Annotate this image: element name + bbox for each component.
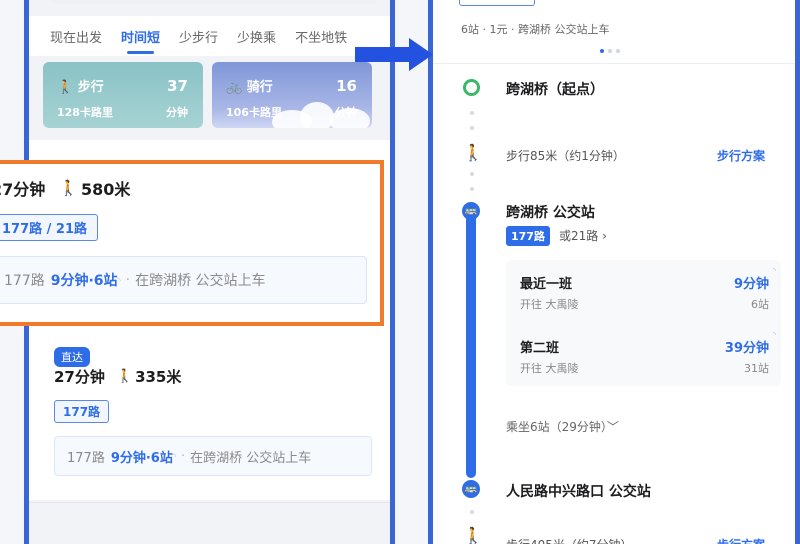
walk1-plan-link[interactable]: 步行方案 xyxy=(717,147,765,164)
walk-icon: 🚶 xyxy=(463,526,483,544)
tab-less-walk[interactable]: 少步行 xyxy=(179,27,218,46)
walk-unit: 分钟 xyxy=(166,106,188,119)
timeline-dot xyxy=(470,126,474,130)
bike-mode-card[interactable]: 🚲 骑行 16 106卡路里 分钟 xyxy=(212,62,372,128)
walk-calories: 128卡路里 xyxy=(57,106,113,119)
bike-icon: 🚲 xyxy=(226,80,243,95)
tab-no-subway[interactable]: 不坐地铁 xyxy=(295,27,347,46)
signal-icon: ◝ xyxy=(172,451,176,461)
route1-detail[interactable]: 177路 9分钟·6站 ◝ · 在跨湖桥 公交站上车 xyxy=(0,256,367,304)
sort-tabs: 现在出发 时间短 少步行 少换乘 不坐地铁 xyxy=(29,16,390,56)
route2-summary[interactable]: 27分钟 🚶 335米 xyxy=(54,366,181,387)
bus-row-direction: 开往 大禹陵 xyxy=(520,298,579,311)
start-ring-icon xyxy=(463,79,480,96)
pager-dot xyxy=(608,49,612,53)
route1-line-tag: 177路 / 21路 xyxy=(0,214,99,241)
route2-line-tag: 177路 xyxy=(54,400,110,423)
timeline-dot xyxy=(470,172,474,176)
route1-summary: 27分钟 🚶 580米 xyxy=(0,176,130,200)
route1-eta: 9分钟·6站 xyxy=(50,273,118,289)
pager-dot xyxy=(616,49,620,53)
walk-icon: 🚶 xyxy=(59,179,78,197)
walk1-text: 步行85米（约1分钟） xyxy=(506,149,625,163)
route1-walk: 580米 xyxy=(80,180,131,199)
walk-icon: 🚶 xyxy=(116,369,134,384)
signal-icon: ◝ xyxy=(772,266,776,275)
bus-row-stops: 6站 xyxy=(751,298,769,311)
walk2-plan-link[interactable]: 步行方案 xyxy=(717,536,765,544)
bus-row-time: 9分钟 xyxy=(733,277,769,292)
walk-mode-card[interactable]: 🚶 步行 37 128卡路里 分钟 xyxy=(43,62,203,128)
bus-schedule-card: 最近一班 9分钟 ◝ 开往 大禹陵 6站 第二班 39分钟 ◝ 开往 大禹陵 3… xyxy=(506,260,781,386)
route2-detail[interactable]: 177路 9分钟·6站 ◝ · 在跨湖桥 公交站上车 xyxy=(54,436,372,476)
pager-dot-active xyxy=(600,49,604,53)
timeline-dot xyxy=(470,510,474,514)
walk-mode-label: 步行 xyxy=(77,80,104,95)
bus-row-direction: 开往 大禹陵 xyxy=(520,362,579,375)
walk-minutes: 37 xyxy=(167,76,188,95)
line-chip[interactable]: 177路 xyxy=(506,226,550,246)
tab-now[interactable]: 现在出发 xyxy=(50,27,102,46)
separator-dot: · xyxy=(180,448,186,464)
bus-row-title: 最近一班 xyxy=(520,277,573,292)
start-stop-title: 跨湖桥（起点） xyxy=(506,82,604,98)
alt-line-link[interactable]: 或21路 › xyxy=(559,227,607,244)
highlighted-route-card[interactable]: 27分钟 🚶 580米 177路 / 21路 177路 9分钟·6站◝ · 在跨… xyxy=(0,160,384,326)
alight-stop-title: 人民路中兴路口 公交站 xyxy=(506,484,651,500)
route2-line: 177路 xyxy=(67,450,105,466)
line-tag-remnant xyxy=(459,0,535,6)
direct-badge: 直达 xyxy=(54,347,90,367)
search-bar-remnant[interactable] xyxy=(49,0,379,4)
route1-board: 在跨湖桥 公交站上车 xyxy=(135,273,266,289)
route2-eta: 9分钟·6站 xyxy=(110,450,173,466)
bus-route-line xyxy=(466,204,476,478)
route2-walk: 335米 xyxy=(135,368,182,386)
bike-mode-label: 骑行 xyxy=(246,80,273,95)
walk-icon: 🚶 xyxy=(463,143,483,162)
signal-icon: ◝ xyxy=(772,330,776,339)
signal-icon: ◝ xyxy=(117,275,121,285)
bike-minutes: 16 xyxy=(336,76,357,95)
route-summary-info: 6站 · 1元 · 跨湖桥 公交站上车 xyxy=(461,23,610,36)
tab-shortest-time[interactable]: 时间短 xyxy=(121,27,160,54)
route2-board: 在跨湖桥 公交站上车 xyxy=(190,450,312,466)
bus-row-stops: 31站 xyxy=(744,362,769,375)
right-phone-frame: 6站 · 1元 · 跨湖桥 公交站上车 跨湖桥（起点） 🚶 步行85米（约1分钟… xyxy=(428,0,800,544)
route1-duration: 27分钟 xyxy=(0,180,46,199)
divider xyxy=(29,502,390,503)
bike-unit: 分钟 xyxy=(335,106,357,119)
walk2-text: 步行405米（约7分钟） xyxy=(506,536,633,544)
card-pager xyxy=(600,49,620,53)
board-stop-title: 跨湖桥 公交站 xyxy=(506,205,595,221)
bus-row-time: 39分钟 xyxy=(724,341,769,356)
tab-less-transfer[interactable]: 少换乘 xyxy=(237,27,276,46)
walk-icon: 🚶 xyxy=(57,80,74,95)
timeline-dot xyxy=(470,111,474,115)
route-summary-card[interactable]: 6站 · 1元 · 跨湖桥 公交站上车 xyxy=(433,0,795,64)
bus-icon: 🚌 xyxy=(462,202,480,220)
bike-calories: 106卡路里 xyxy=(226,106,282,119)
ride-info-toggle[interactable]: 乘坐6站（29分钟）﹀ xyxy=(506,418,619,435)
timeline-dot xyxy=(470,187,474,191)
bus-row-title: 第二班 xyxy=(520,341,560,356)
route2-duration: 27分钟 xyxy=(54,368,105,386)
separator-dot: · xyxy=(125,272,131,288)
route1-line: 177路 xyxy=(4,273,45,289)
arrow-right-icon xyxy=(355,38,433,71)
bus-icon: 🚌 xyxy=(462,480,480,498)
